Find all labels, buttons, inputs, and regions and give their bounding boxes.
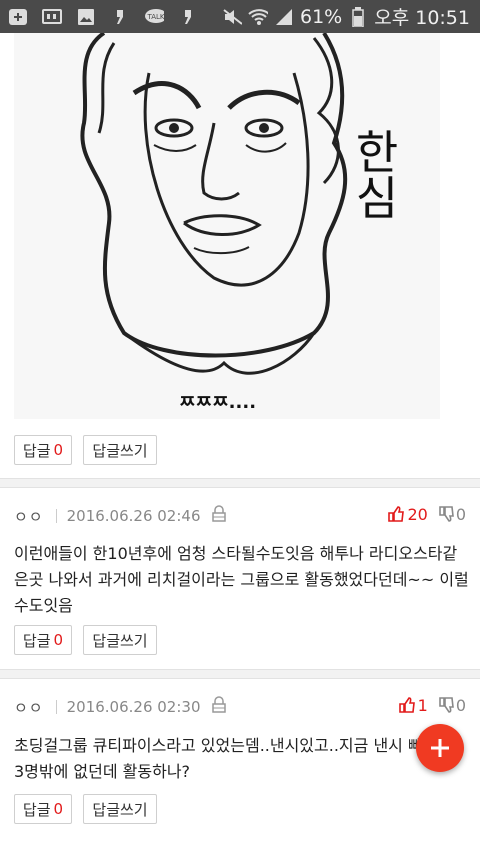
reply-button[interactable]: 답글 0	[14, 794, 72, 824]
gallery-icon	[42, 8, 62, 26]
upvote-count: 20	[407, 504, 428, 524]
mute-icon	[222, 8, 242, 26]
lock-icon	[211, 505, 227, 527]
meta-separator	[55, 509, 57, 523]
reply-count: 0	[53, 631, 64, 649]
comment-date: 2016.06.26 02:30	[66, 698, 201, 716]
comment-nickname: ㅇㅇ	[14, 698, 44, 717]
meme-text-bottom: ㅉㅉㅉ....	[179, 392, 256, 413]
thumbs-down-icon	[439, 697, 454, 713]
thumbs-up-icon	[398, 697, 415, 713]
comment-date: 2016.06.26 02:46	[66, 507, 201, 525]
post-image: 한심 ㅉㅉㅉ....	[14, 33, 440, 419]
image-icon	[76, 8, 96, 26]
comment-meta: ㅇㅇ 2016.06.26 02:30	[14, 695, 227, 719]
write-reply-label: 답글쓰기	[92, 441, 148, 460]
wifi-icon	[248, 8, 268, 26]
reply-label: 답글	[22, 800, 51, 819]
kakaotalk-icon: TALK	[144, 8, 164, 26]
reply-count: 0	[53, 441, 64, 459]
meta-separator	[55, 700, 57, 714]
comment-votes: 20 0	[387, 502, 466, 526]
downvote-button[interactable]: 0	[438, 505, 466, 524]
thumbs-down-icon	[439, 506, 454, 522]
comment-votes: 1 0	[398, 693, 466, 717]
reply-count: 0	[53, 800, 64, 818]
reply-label: 답글	[22, 441, 51, 460]
reply-button[interactable]: 답글 0	[14, 625, 72, 655]
battery-icon	[348, 6, 368, 27]
write-reply-button[interactable]: 답글쓰기	[83, 794, 157, 824]
upvote-button[interactable]: 20	[387, 504, 428, 524]
downvote-count: 0	[455, 695, 466, 715]
add-icon	[8, 8, 28, 26]
add-floating-button[interactable]	[416, 724, 464, 772]
downvote-button[interactable]: 0	[438, 696, 466, 715]
svg-text:TALK: TALK	[146, 13, 164, 21]
plus-icon	[431, 739, 449, 757]
comment-meta: ㅇㅇ 2016.06.26 02:46	[14, 504, 227, 528]
lock-icon	[211, 696, 227, 718]
status-bar: TALK 61% 오후 10:51	[0, 0, 480, 33]
reply-button[interactable]: 답글 0	[14, 435, 72, 465]
signal-icon	[274, 8, 294, 26]
write-reply-label: 답글쓰기	[92, 631, 148, 650]
upvote-button[interactable]: 1	[398, 696, 428, 715]
upvote-count: 1	[417, 695, 428, 715]
meme-text-right: 한심	[347, 128, 401, 220]
comment-nickname: ㅇㅇ	[14, 507, 44, 526]
notification-icon	[110, 8, 130, 26]
comment-text: 초딩걸그룹 큐티파이스라고 있었는뎀..낸시있고..지금 낸시 빼고 3명밖에 …	[14, 736, 437, 781]
reply-label: 답글	[22, 631, 51, 650]
battery-percent: 61%	[300, 5, 343, 28]
divider	[0, 669, 480, 679]
thumbs-up-icon	[388, 506, 405, 522]
downvote-count: 0	[455, 504, 466, 524]
clock: 오후 10:51	[374, 7, 470, 29]
comment-text: 이런애들이 한10년후에 엄청 스타될수도잇음 해투나 라디오스타같은곳 나와서…	[14, 544, 469, 615]
write-reply-label: 답글쓰기	[92, 800, 148, 819]
divider	[0, 478, 480, 488]
write-reply-button[interactable]: 답글쓰기	[83, 435, 157, 465]
write-reply-button[interactable]: 답글쓰기	[83, 625, 157, 655]
notification-icon	[178, 8, 198, 26]
